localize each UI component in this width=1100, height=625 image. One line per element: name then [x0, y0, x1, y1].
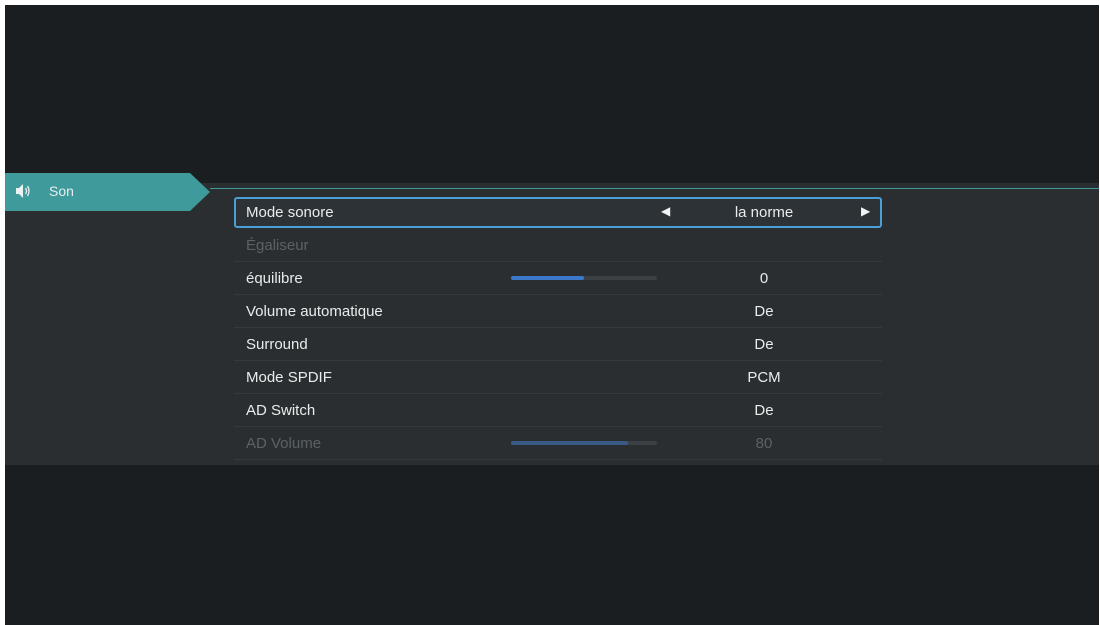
row-value: 80	[755, 435, 773, 452]
row-label: Mode SPDIF	[246, 369, 332, 386]
menu-row-mode-spdif[interactable]: Mode SPDIF PCM	[234, 361, 882, 394]
row-label: AD Switch	[246, 402, 316, 419]
slider-fill	[511, 441, 628, 445]
menu-row-equilibre[interactable]: équilibre 0	[234, 262, 882, 295]
row-label: équilibre	[246, 270, 303, 287]
row-label: Mode sonore	[246, 204, 334, 221]
slider-fill	[511, 276, 584, 280]
row-value: 0	[759, 270, 769, 287]
menu-row-volume-automatique[interactable]: Volume automatique De	[234, 295, 882, 328]
row-value: De	[754, 336, 774, 353]
tv-screen: Son Mode sonore ◀ la norme ▶ Égaliseur é…	[5, 5, 1099, 625]
header-divider	[210, 188, 1099, 189]
row-value: PCM	[747, 369, 781, 386]
row-value: De	[754, 303, 774, 320]
arrow-left-icon[interactable]: ◀	[661, 204, 670, 218]
tab-son[interactable]: Son	[5, 173, 210, 211]
menu-row-mode-sonore[interactable]: Mode sonore ◀ la norme ▶	[234, 197, 882, 228]
menu-row-surround[interactable]: Surround De	[234, 328, 882, 361]
row-label: Surround	[246, 336, 308, 353]
row-label: Égaliseur	[246, 237, 309, 254]
balance-slider[interactable]	[511, 276, 657, 280]
ad-volume-slider	[511, 441, 657, 445]
menu-row-egaliseur: Égaliseur	[234, 229, 882, 262]
speaker-icon	[15, 182, 33, 200]
tab-label: Son	[49, 183, 74, 199]
row-label: Volume automatique	[246, 303, 383, 320]
row-label: AD Volume	[246, 435, 322, 452]
menu-row-ad-volume: AD Volume 80	[234, 427, 882, 460]
tab-shape	[5, 173, 210, 211]
menu-row-ad-switch[interactable]: AD Switch De	[234, 394, 882, 427]
sound-menu: Mode sonore ◀ la norme ▶ Égaliseur équil…	[234, 197, 888, 460]
row-value: De	[754, 402, 774, 419]
row-value: la norme	[734, 204, 794, 221]
arrow-right-icon[interactable]: ▶	[861, 204, 870, 218]
